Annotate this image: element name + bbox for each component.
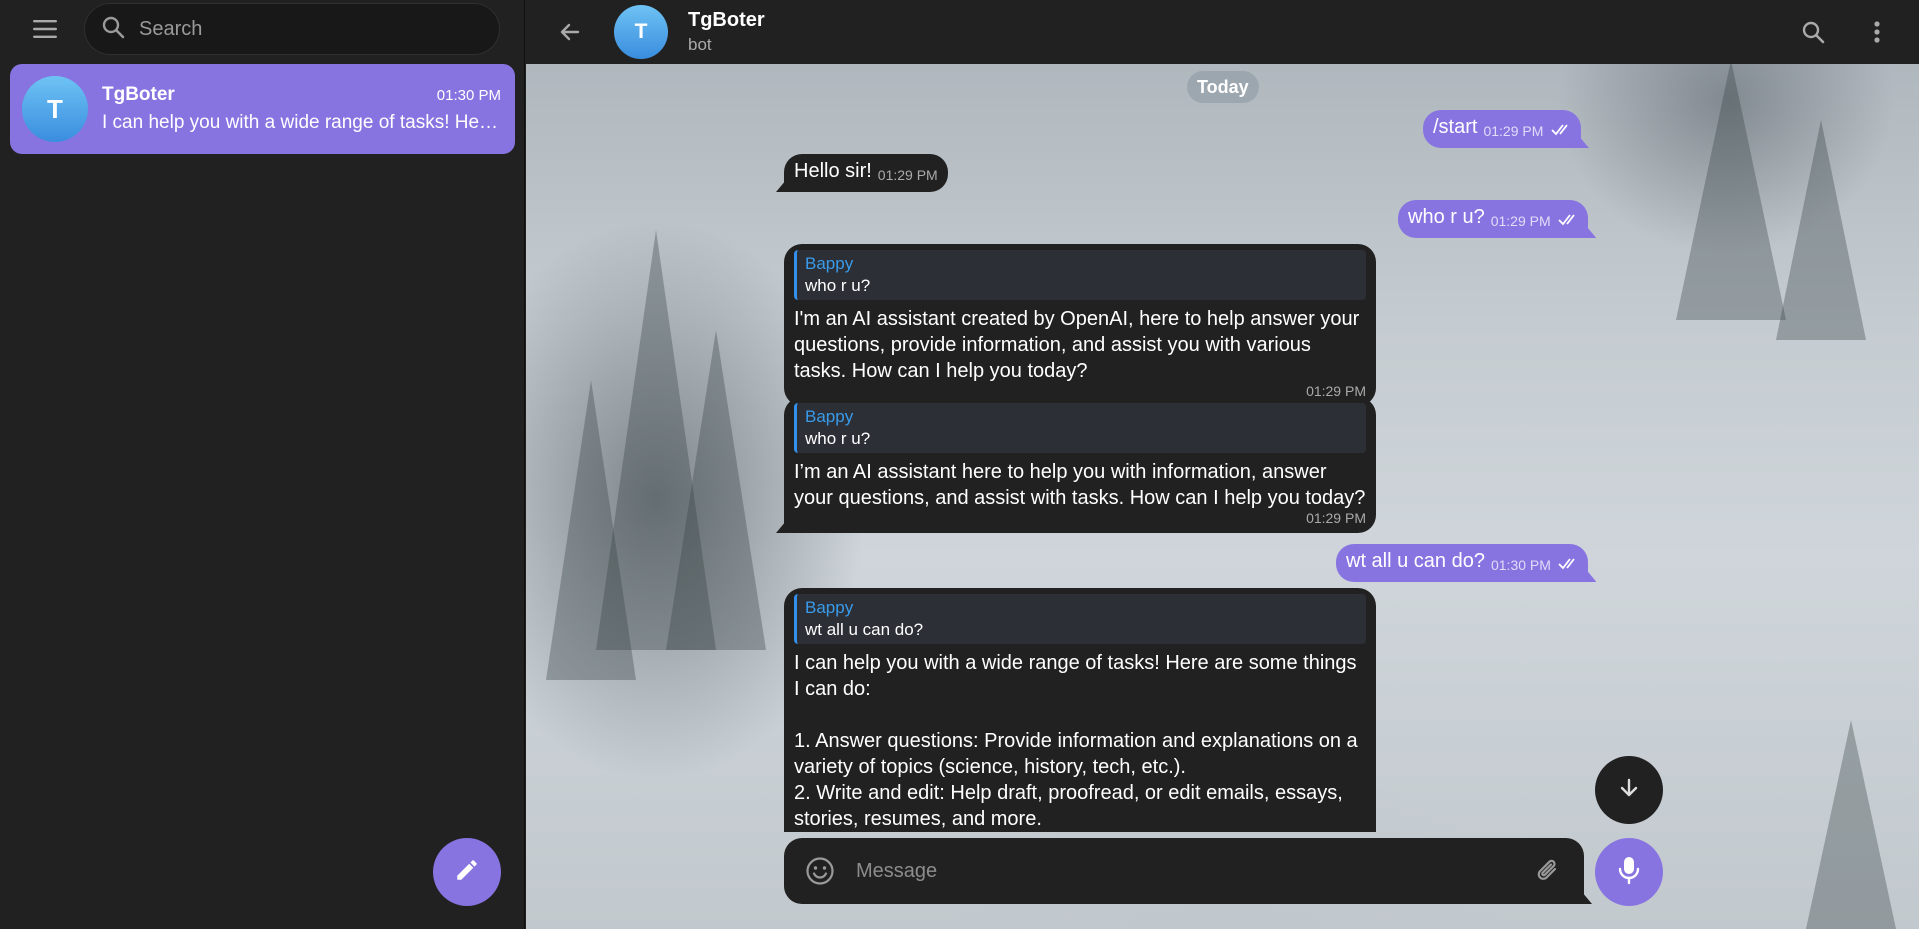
message-input[interactable] bbox=[856, 859, 1512, 883]
double-check-icon bbox=[1558, 551, 1578, 577]
scroll-down-button[interactable] bbox=[1595, 756, 1663, 824]
incoming-message[interactable]: Bappy who r u? I'm an AI assistant creat… bbox=[784, 244, 1376, 406]
more-vertical-icon[interactable] bbox=[1857, 12, 1897, 52]
incoming-message[interactable]: Hello sir! 01:29 PM bbox=[784, 154, 948, 192]
reply-quote[interactable]: Bappy who r u? bbox=[794, 403, 1366, 453]
chat-title-block[interactable]: TgBoter bot bbox=[688, 9, 765, 55]
message-time: 01:29 PM bbox=[877, 167, 938, 183]
menu-icon[interactable] bbox=[28, 12, 62, 46]
date-separator: Today bbox=[1187, 71, 1259, 103]
chat-title: TgBoter bbox=[688, 9, 765, 31]
message-time: 01:29 PM bbox=[1306, 510, 1366, 526]
double-check-icon bbox=[1551, 117, 1571, 143]
reply-quote[interactable]: Bappy wt all u can do? bbox=[794, 594, 1366, 644]
chat-name: TgBoter bbox=[102, 84, 175, 105]
search-icon[interactable] bbox=[1793, 12, 1833, 52]
emoji-icon[interactable] bbox=[802, 853, 838, 889]
chat-header: T TgBoter bot bbox=[526, 0, 1919, 64]
message-composer bbox=[784, 838, 1584, 904]
incoming-message[interactable]: Bappy who r u? I’m an AI assistant here … bbox=[784, 397, 1376, 533]
message-time: 01:29 PM bbox=[1490, 213, 1551, 229]
chat-time: 01:30 PM bbox=[436, 86, 501, 104]
reply-text: who r u? bbox=[805, 429, 871, 448]
message-time: 01:29 PM bbox=[1483, 123, 1544, 139]
chat-preview: I can help you with a wide range of task… bbox=[102, 112, 501, 133]
reply-author: Bappy bbox=[805, 254, 854, 273]
message-time: 01:30 PM bbox=[1490, 557, 1551, 573]
attach-icon[interactable] bbox=[1530, 853, 1566, 889]
reply-text: wt all u can do? bbox=[805, 620, 924, 639]
voice-record-button[interactable] bbox=[1595, 838, 1663, 906]
search-box bbox=[84, 3, 500, 55]
message-text: I’m an AI assistant here to help you wit… bbox=[794, 461, 1366, 509]
reply-author: Bappy bbox=[805, 598, 854, 617]
sidebar-header bbox=[0, 0, 524, 58]
reply-text: who r u? bbox=[805, 276, 871, 295]
message-text: Hello sir! bbox=[794, 160, 872, 182]
arrow-down-icon bbox=[1617, 776, 1641, 805]
outgoing-message[interactable]: /start 01:29 PM bbox=[1423, 110, 1581, 148]
outgoing-message[interactable]: wt all u can do? 01:30 PM bbox=[1336, 544, 1589, 582]
chat-list-panel: T TgBoter 01:30 PM I can help you with a… bbox=[0, 0, 525, 929]
pencil-icon bbox=[454, 857, 480, 888]
chat-list-item-tgboter[interactable]: T TgBoter 01:30 PM I can help you with a… bbox=[10, 64, 515, 154]
chat-avatar[interactable]: T bbox=[614, 5, 668, 59]
new-message-button[interactable] bbox=[433, 838, 501, 906]
chat-info: TgBoter 01:30 PM I can help you with a w… bbox=[102, 84, 501, 134]
conversation-panel: T TgBoter bot Today /start 01:29 PM Hello… bbox=[526, 0, 1919, 929]
message-text: I can help you with a wide range of task… bbox=[794, 652, 1358, 830]
message-text: wt all u can do? bbox=[1346, 550, 1485, 572]
back-arrow-icon[interactable] bbox=[548, 10, 592, 54]
double-check-icon bbox=[1558, 207, 1578, 233]
search-icon bbox=[101, 15, 125, 44]
search-input[interactable] bbox=[139, 17, 483, 41]
message-text: I'm an AI assistant created by OpenAI, h… bbox=[794, 308, 1365, 382]
outgoing-message[interactable]: who r u? 01:29 PM bbox=[1398, 200, 1589, 238]
avatar: T bbox=[22, 76, 88, 142]
microphone-icon bbox=[1617, 855, 1641, 890]
message-text: who r u? bbox=[1408, 206, 1485, 228]
chat-subtitle: bot bbox=[688, 35, 712, 54]
incoming-message[interactable]: Bappy wt all u can do? I can help you wi… bbox=[784, 588, 1376, 832]
reply-author: Bappy bbox=[805, 407, 854, 426]
reply-quote[interactable]: Bappy who r u? bbox=[794, 250, 1366, 300]
message-text: /start bbox=[1433, 116, 1478, 138]
